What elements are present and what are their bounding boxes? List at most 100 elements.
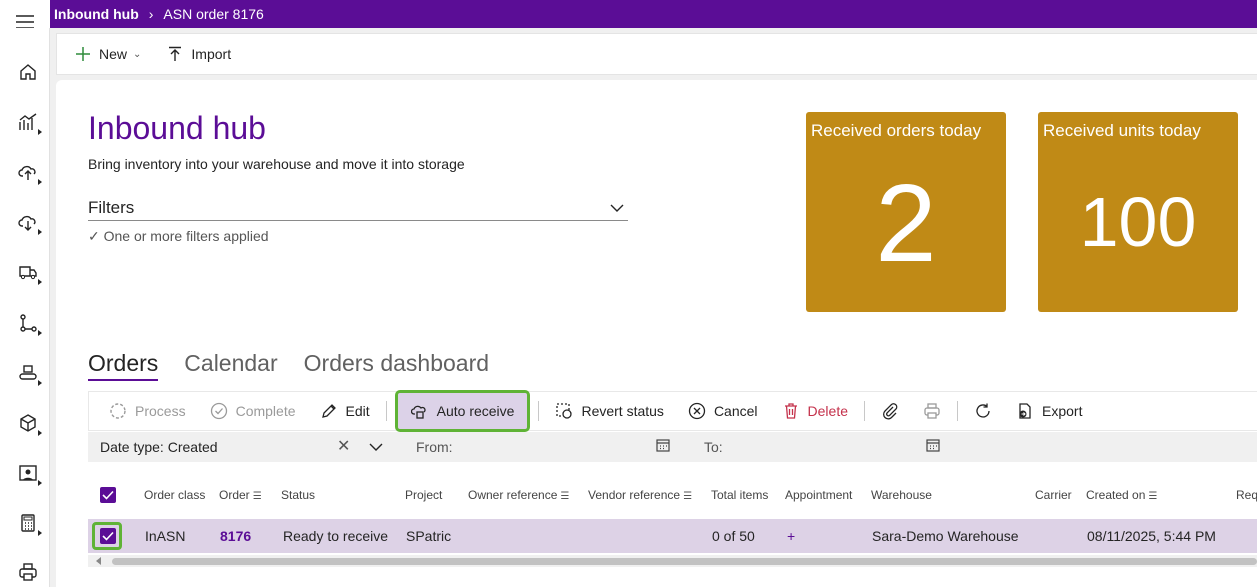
refresh-button[interactable] [962, 395, 1004, 427]
expand-caret-icon[interactable] [38, 480, 42, 486]
filters-label: Filters [88, 198, 135, 217]
plus-icon [76, 47, 90, 61]
column-header-carrier[interactable]: Carrier [1035, 488, 1072, 502]
expand-caret-icon[interactable] [38, 380, 42, 386]
column-header-project[interactable]: Project [405, 488, 442, 502]
cancel-button[interactable]: Cancel [676, 395, 770, 427]
auto-receive-label: Auto receive [436, 403, 515, 419]
chevron-down-icon [610, 204, 624, 212]
export-button[interactable]: Export [1004, 395, 1094, 427]
column-header-total-items[interactable]: Total items [711, 488, 768, 502]
breadcrumb-current: ASN order 8176 [163, 6, 264, 22]
print-button[interactable] [911, 395, 953, 427]
expand-caret-icon[interactable] [38, 229, 42, 235]
column-header-req[interactable]: Req [1236, 488, 1257, 502]
expand-caret-icon[interactable] [38, 430, 42, 436]
calendar-icon[interactable] [656, 438, 670, 452]
table-row[interactable]: InASN 8176 Ready to receive SPatric 0 of… [88, 519, 1257, 553]
date-type-value: Created [167, 439, 218, 455]
refresh-dashed-icon [110, 403, 126, 419]
column-header-owner-reference[interactable]: Owner reference ☰ [468, 488, 569, 502]
from-date-field[interactable]: From: [416, 439, 453, 455]
attach-button[interactable] [869, 395, 911, 427]
expand-caret-icon[interactable] [38, 179, 42, 185]
column-header-order[interactable]: Order ☰ [219, 488, 262, 502]
paperclip-icon [883, 403, 898, 420]
filter-icon: ☰ [683, 491, 693, 502]
delete-button[interactable]: Delete [770, 395, 860, 427]
page-subtitle: Bring inventory into your warehouse and … [88, 156, 465, 172]
tab-orders[interactable]: Orders [88, 350, 159, 381]
tile-label: Received units today [1043, 121, 1201, 140]
checkmark-icon [102, 490, 114, 500]
row-checkbox[interactable] [100, 528, 116, 544]
cell-order-link[interactable]: 8176 [220, 528, 251, 544]
breadcrumb-root[interactable]: Inbound hub [54, 6, 139, 22]
calendar-icon[interactable] [926, 438, 940, 452]
expand-caret-icon[interactable] [38, 330, 42, 336]
import-button[interactable]: Import [167, 46, 231, 62]
check-circle-icon [210, 402, 227, 420]
date-filter-row: Date type: Created ✕ From: To: [88, 432, 1257, 462]
chevron-down-icon[interactable] [369, 442, 383, 452]
revert-status-button[interactable]: Revert status [543, 395, 675, 427]
complete-button[interactable]: Complete [198, 395, 308, 427]
filters-dropdown[interactable]: Filters [88, 196, 628, 221]
cell-total-items: 0 of 50 [712, 528, 755, 544]
received-orders-tile[interactable]: Received orders today 2 [806, 112, 1006, 312]
grid-header: Order class Order ☰ Status Project Owner … [88, 484, 1257, 506]
auto-receive-icon [410, 405, 426, 419]
expand-caret-icon[interactable] [38, 530, 42, 536]
process-button[interactable]: Process [97, 395, 198, 427]
process-label: Process [135, 403, 186, 419]
cancel-circle-icon [688, 402, 706, 420]
column-header-status[interactable]: Status [281, 488, 315, 502]
select-all-checkbox[interactable] [100, 487, 116, 503]
main-panel: Inbound hub Bring inventory into your wa… [56, 80, 1257, 587]
filter-icon: ☰ [1148, 491, 1158, 502]
tab-orders-dashboard[interactable]: Orders dashboard [304, 350, 489, 381]
printer-icon[interactable] [14, 558, 42, 586]
home-icon[interactable] [14, 58, 42, 86]
scrollbar-thumb[interactable] [112, 558, 1257, 565]
to-date-field[interactable]: To: [704, 439, 723, 455]
trash-icon [784, 403, 797, 419]
top-bar: Inbound hub › ASN order 8176 [0, 0, 1257, 28]
column-header-appointment[interactable]: Appointment [785, 488, 852, 502]
checkmark-icon [102, 531, 114, 541]
breadcrumb-separator: › [148, 6, 154, 22]
column-header-vendor-reference[interactable]: Vendor reference ☰ [588, 488, 692, 502]
column-header-warehouse[interactable]: Warehouse [871, 488, 932, 502]
edit-button[interactable]: Edit [308, 395, 382, 427]
page-title: Inbound hub [88, 110, 266, 146]
export-label: Export [1042, 403, 1083, 419]
cell-warehouse: Sara-Demo Warehouse [872, 528, 1019, 544]
refresh-icon [976, 403, 990, 418]
expand-caret-icon[interactable] [38, 279, 42, 285]
scroll-left-icon[interactable] [96, 557, 101, 565]
column-header-order-class[interactable]: Order class [144, 488, 205, 502]
date-type-label: Date type: [100, 439, 164, 455]
tile-value: 100 [1079, 183, 1197, 261]
add-appointment-button[interactable]: + [787, 528, 795, 544]
expand-caret-icon[interactable] [38, 129, 42, 135]
export-icon [1019, 403, 1031, 419]
new-button[interactable]: New ⌄ [75, 46, 141, 62]
auto-receive-button[interactable]: Auto receive [394, 390, 531, 432]
tab-bar: Orders Calendar Orders dashboard [88, 350, 489, 381]
column-header-label: Vendor reference [588, 488, 681, 502]
column-header-created-on[interactable]: Created on ☰ [1086, 488, 1157, 502]
new-button-label: New [99, 46, 128, 62]
revert-icon [556, 403, 573, 419]
cell-order-class: InASN [145, 528, 186, 544]
orders-toolbar: Process Complete Edit Auto receive Rever… [88, 390, 1257, 432]
clear-icon[interactable]: ✕ [337, 436, 350, 456]
horizontal-scrollbar[interactable] [88, 555, 1257, 567]
upload-arrow-icon [169, 46, 182, 61]
cell-status: Ready to receive [283, 528, 389, 544]
tab-calendar[interactable]: Calendar [184, 350, 277, 381]
toolbar-divider [538, 401, 540, 421]
date-type-field[interactable]: Date type: Created [100, 439, 218, 455]
breadcrumb: Inbound hub › ASN order 8176 [54, 0, 264, 28]
received-units-tile[interactable]: Received units today 100 [1038, 112, 1238, 312]
